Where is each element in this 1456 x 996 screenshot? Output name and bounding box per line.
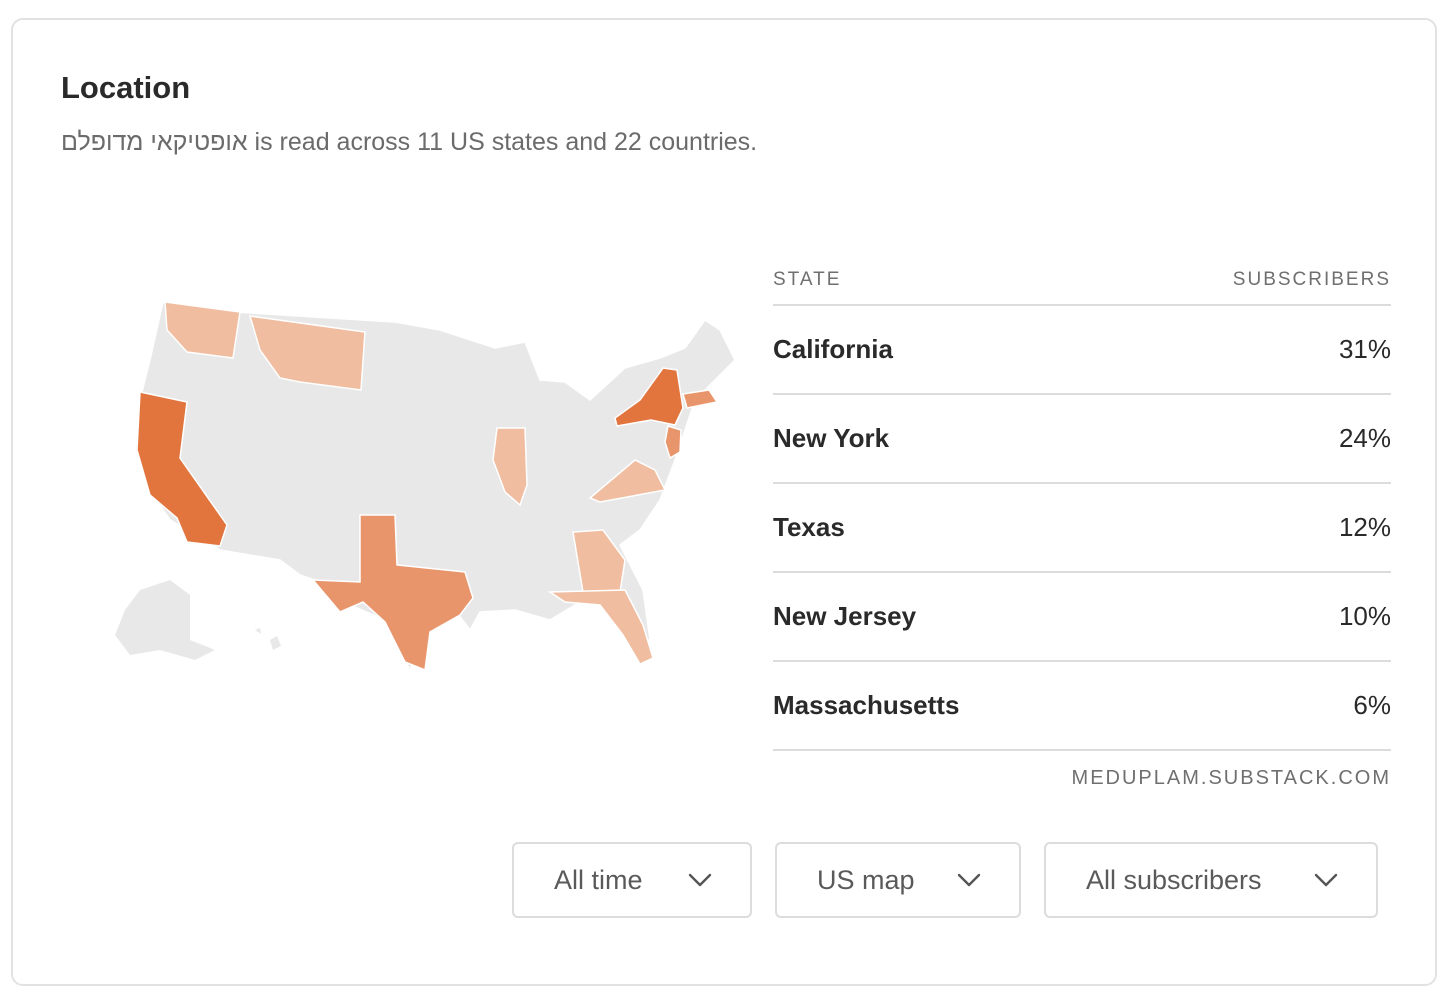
audience-dropdown[interactable]: All subscribers <box>1044 842 1378 918</box>
location-card: Location אופטיקאי מדופלם is read across … <box>11 18 1437 986</box>
audience-label: All subscribers <box>1086 864 1262 895</box>
source-domain: MEDUPLAM.SUBSTACK.COM <box>1071 767 1391 789</box>
map-alaska <box>115 580 215 660</box>
time-range-label: All time <box>554 864 643 895</box>
table-row: New York 24% <box>773 395 1391 484</box>
table-row: Massachusetts 6% <box>773 662 1391 751</box>
map-view-label: US map <box>817 864 915 895</box>
column-header-subscribers: SUBSCRIBERS <box>1232 269 1391 290</box>
row-percentage: 6% <box>1353 690 1391 720</box>
map-hawaii <box>255 628 281 650</box>
row-percentage: 31% <box>1338 334 1391 364</box>
column-header-state: STATE <box>773 269 842 290</box>
map-view-dropdown[interactable]: US map <box>775 842 1021 918</box>
row-state: Texas <box>773 512 845 542</box>
row-state: Massachusetts <box>773 690 960 720</box>
chevron-down-icon <box>1314 873 1338 887</box>
row-state: New Jersey <box>773 601 917 631</box>
time-range-dropdown[interactable]: All time <box>512 842 752 918</box>
table-header: STATE SUBSCRIBERS <box>773 256 1391 306</box>
table-row: California 31% <box>773 306 1391 395</box>
row-state: California <box>773 334 893 364</box>
card-subtitle: אופטיקאי מדופלם is read across 11 US sta… <box>61 128 758 156</box>
row-percentage: 12% <box>1338 512 1391 542</box>
table-row: Texas 12% <box>773 484 1391 573</box>
state-table: STATE SUBSCRIBERS California 31% New Yor… <box>773 256 1391 790</box>
us-map <box>115 301 736 672</box>
row-percentage: 10% <box>1338 601 1391 631</box>
card-title: Location <box>61 70 191 105</box>
table-row: New Jersey 10% <box>773 573 1391 662</box>
chevron-down-icon <box>957 873 981 887</box>
state-massachusetts <box>682 389 719 409</box>
row-state: New York <box>773 423 890 453</box>
chevron-down-icon <box>688 873 712 887</box>
row-percentage: 24% <box>1338 423 1391 453</box>
